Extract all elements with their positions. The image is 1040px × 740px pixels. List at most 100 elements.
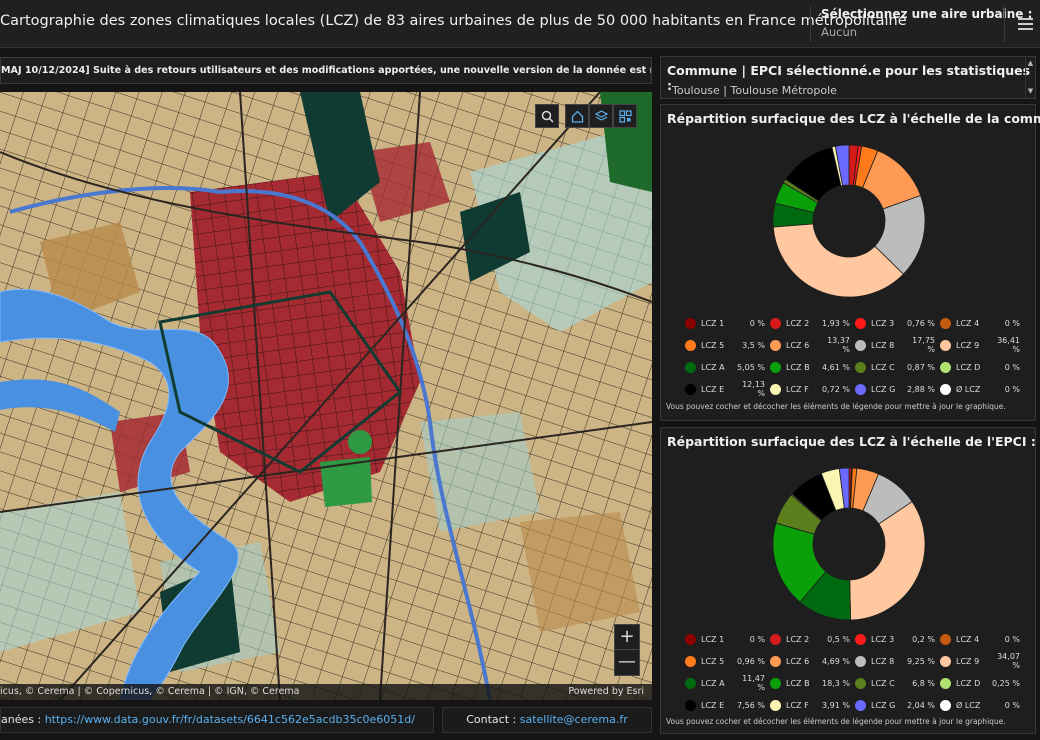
legend-label: LCZ B [786,362,810,372]
legend-item[interactable]: LCZ 8 17,75 % [855,336,940,354]
scroll-up-icon[interactable]: ▲ [1026,59,1035,67]
legend-item[interactable]: LCZ A 11,47 % [685,674,770,692]
zoom-in-button[interactable]: + [614,624,640,650]
legend-item[interactable]: LCZ 4 0 % [940,633,1025,645]
legend-label: LCZ B [786,678,810,688]
legend-label: LCZ 6 [786,340,810,350]
legend-swatch [855,361,866,373]
contact-bar: Contact : satellite@cerema.fr [442,707,652,733]
selector-label: Sélectionnez une aire urbaine : [821,7,1033,21]
legend-item[interactable]: LCZ C 0,87 % [855,361,940,373]
selection-scrollbar[interactable]: ▲ ▼ [1025,57,1035,98]
legend-swatch [770,361,781,373]
epci-donut-chart[interactable] [761,456,937,632]
legend-row: LCZ E 12,13 % LCZ F 0,72 % LCZ G 2,88 % Ø LCZ 0… [685,378,1025,400]
legend-item[interactable]: LCZ 9 36,41 % [940,336,1025,354]
legend-label: LCZ F [786,384,809,394]
legend-item[interactable]: LCZ 3 0,2 % [855,633,940,645]
legend-swatch [770,383,781,395]
legend-item[interactable]: LCZ F 3,91 % [770,699,855,711]
legend-item[interactable]: LCZ 5 0,96 % [685,655,770,667]
legend-swatch [855,317,866,329]
legend-item[interactable]: LCZ G 2,04 % [855,699,940,711]
legend-value: 13,37 % [827,336,850,354]
legend-label: LCZ C [871,362,895,372]
map-toolbar [535,104,637,128]
zoom-out-button[interactable]: — [614,650,640,676]
legend-swatch [940,677,951,689]
legend-value: 0,96 % [737,656,765,666]
legend-swatch [855,339,866,351]
legend-swatch [940,633,951,645]
commune-donut-chart[interactable] [761,133,937,309]
legend-swatch [685,383,696,395]
legend-item[interactable]: LCZ B 4,61 % [770,361,855,373]
legend-item[interactable]: LCZ E 12,13 % [685,380,770,398]
search-icon[interactable] [535,104,559,128]
legend-value: 0 % [1004,700,1020,710]
legend-item[interactable]: LCZ B 18,3 % [770,677,855,689]
legend-item[interactable]: Ø LCZ 0 % [940,699,1025,711]
legend-swatch [685,655,696,667]
legend-value: 3,5 % [742,340,765,350]
legend-label: LCZ 6 [786,656,810,666]
legend-item[interactable]: LCZ 6 13,37 % [770,336,855,354]
donut-hole [813,185,885,257]
legend-item[interactable]: LCZ 2 0,5 % [770,633,855,645]
legend-item[interactable]: LCZ D 0,25 % [940,677,1025,689]
legend-swatch [770,633,781,645]
urban-area-selector[interactable]: Sélectionnez une aire urbaine : Aucun [821,7,1032,39]
legend-item[interactable]: LCZ 4 0 % [940,317,1025,329]
legend-item[interactable]: LCZ 1 0 % [685,317,770,329]
legend-value: 3,91 % [822,700,850,710]
legend-item[interactable]: LCZ 9 34,07 % [940,652,1025,670]
legend-value: 0 % [1004,634,1020,644]
legend-item[interactable]: LCZ A 5,05 % [685,361,770,373]
legend-swatch [940,361,951,373]
legend-value: 5,05 % [737,362,765,372]
legend-item[interactable]: Ø LCZ 0 % [940,383,1025,395]
legend-value: 9,25 % [907,656,935,666]
legend-label: LCZ 2 [786,318,810,328]
legend-swatch [770,655,781,667]
epci-chart-legend: LCZ 10 % LCZ 2 0,5 % LCZ 3 0,2 % LCZ 40 % LCZ … [685,628,1025,716]
legend-swatch [685,699,696,711]
legend-item[interactable]: LCZ 5 3,5 % [685,339,770,351]
legend-label: LCZ 4 [956,318,980,328]
legend-swatch [940,339,951,351]
scroll-down-icon[interactable]: ▼ [1026,87,1035,95]
legend-item[interactable]: LCZ D 0 % [940,361,1025,373]
legend-value: 18,3 % [822,678,850,688]
legend-row: LCZ 1 0 % LCZ 2 0,5 % LCZ 3 0,2 % LCZ 4 0 % [685,628,1025,650]
legend-item[interactable]: LCZ 6 4,69 % [770,655,855,667]
legend-value: 36,41 % [997,336,1020,354]
legend-item[interactable]: LCZ 1 0 % [685,633,770,645]
qr-code-icon[interactable] [613,104,637,128]
legend-item[interactable]: LCZ G 2,88 % [855,383,940,395]
map-view[interactable]: + — icus, © Cerema | © Copernicus, © Cer… [0,92,652,700]
menu-icon[interactable] [1004,6,1040,42]
legend-row: LCZ 5 3,5 % LCZ 6 13,37 % LCZ 8 17,75 % LCZ 9 3… [685,334,1025,356]
legend-item[interactable]: LCZ 8 9,25 % [855,655,940,667]
contact-email-link[interactable]: satellite@cerema.fr [520,713,628,726]
legend-value: 0 % [749,634,765,644]
legend-row: LCZ A 11,47 % LCZ B 18,3 % LCZ C 6,8 % LCZ D 0,… [685,672,1025,694]
data-source-link[interactable]: https://www.data.gouv.fr/fr/datasets/664… [45,713,415,726]
legend-item[interactable]: LCZ F 0,72 % [770,383,855,395]
selector-value: Aucun [821,25,858,39]
legend-item[interactable]: LCZ 2 1,93 % [770,317,855,329]
legend-item[interactable]: LCZ C 6,8 % [855,677,940,689]
home-icon[interactable] [565,104,589,128]
lcz-map-canvas[interactable] [0,92,652,700]
legend-item[interactable]: LCZ E 7,56 % [685,699,770,711]
legend-swatch [770,699,781,711]
legend-value: 4,61 % [822,362,850,372]
legend-swatch [685,339,696,351]
legend-label: LCZ 9 [956,656,980,666]
legend-swatch [940,655,951,667]
layers-icon[interactable] [589,104,613,128]
legend-value: 0,2 % [912,634,935,644]
legend-value: 2,04 % [907,700,935,710]
legend-item[interactable]: LCZ 3 0,76 % [855,317,940,329]
legend-row: LCZ 5 0,96 % LCZ 6 4,69 % LCZ 8 9,25 % LCZ 9 34… [685,650,1025,672]
